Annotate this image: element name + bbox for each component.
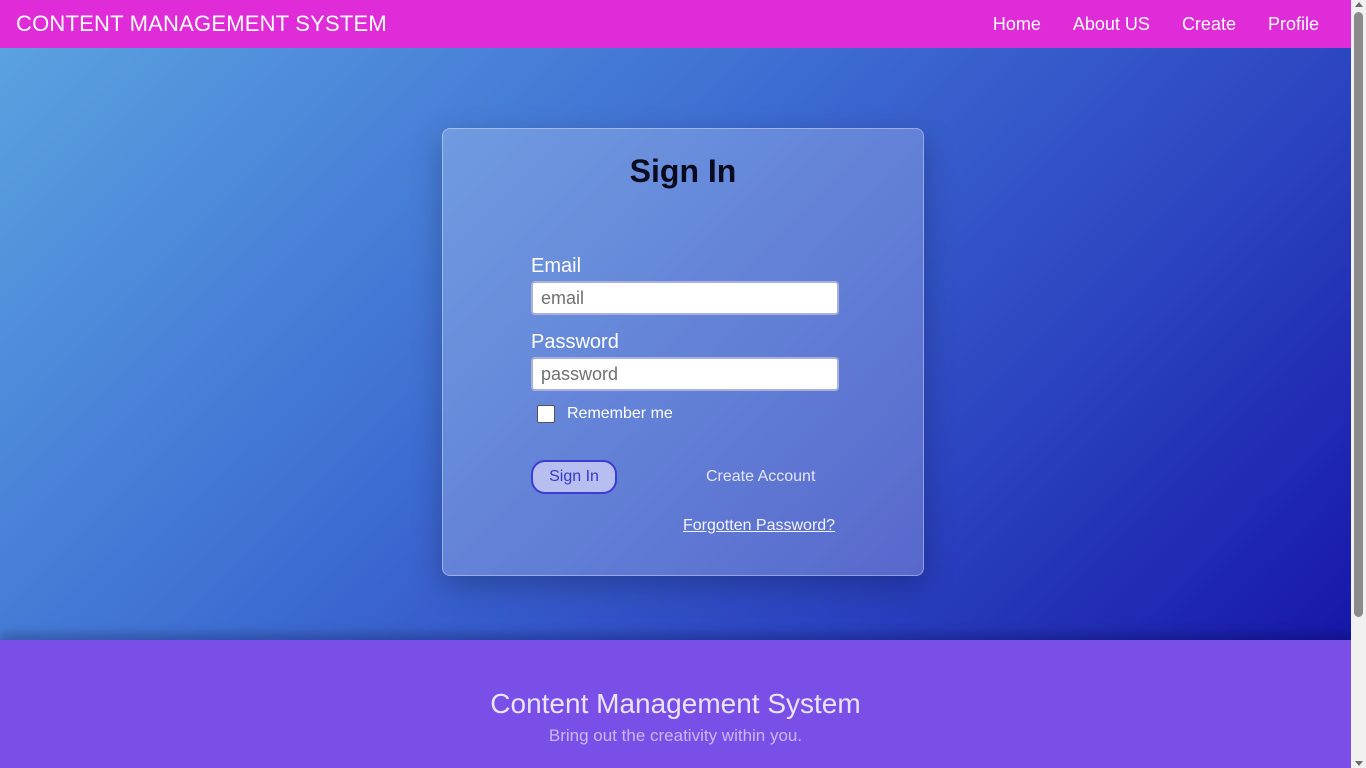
nav-links: Home About US Create Profile xyxy=(993,14,1319,35)
scroll-up-arrow-icon[interactable] xyxy=(1355,2,1363,7)
email-input[interactable] xyxy=(531,281,839,315)
forgot-password-link[interactable]: Forgotten Password? xyxy=(683,517,835,535)
signin-card: Sign In Email Password Remember me Sign … xyxy=(442,128,924,576)
remember-me-row: Remember me xyxy=(537,405,673,423)
email-label: Email xyxy=(531,255,582,277)
footer-tagline: Bring out the creativity within you. xyxy=(548,726,803,745)
create-account-link[interactable]: Create Account xyxy=(706,468,815,486)
password-input[interactable] xyxy=(531,357,839,391)
nav-link-home[interactable]: Home xyxy=(993,14,1041,35)
nav-link-create[interactable]: Create xyxy=(1182,14,1236,35)
sign-in-button[interactable]: Sign In xyxy=(531,460,617,494)
signin-title: Sign In xyxy=(629,153,737,189)
top-navbar: CONTENT MANAGEMENT SYSTEM Home About US … xyxy=(0,0,1351,48)
page-footer: Content Management System Bring out the … xyxy=(0,640,1351,768)
remember-me-checkbox[interactable] xyxy=(537,405,555,423)
vertical-scrollbar[interactable] xyxy=(1351,0,1366,768)
main-section: Sign In Email Password Remember me Sign … xyxy=(0,48,1351,640)
nav-link-profile[interactable]: Profile xyxy=(1268,14,1319,35)
scrollbar-thumb[interactable] xyxy=(1354,12,1363,617)
password-label: Password xyxy=(531,331,619,353)
site-brand[interactable]: CONTENT MANAGEMENT SYSTEM xyxy=(16,11,387,37)
nav-link-about-us[interactable]: About US xyxy=(1073,14,1150,35)
footer-title: Content Management System xyxy=(490,688,861,719)
scroll-down-arrow-icon[interactable] xyxy=(1355,761,1363,766)
remember-me-label[interactable]: Remember me xyxy=(567,405,673,423)
